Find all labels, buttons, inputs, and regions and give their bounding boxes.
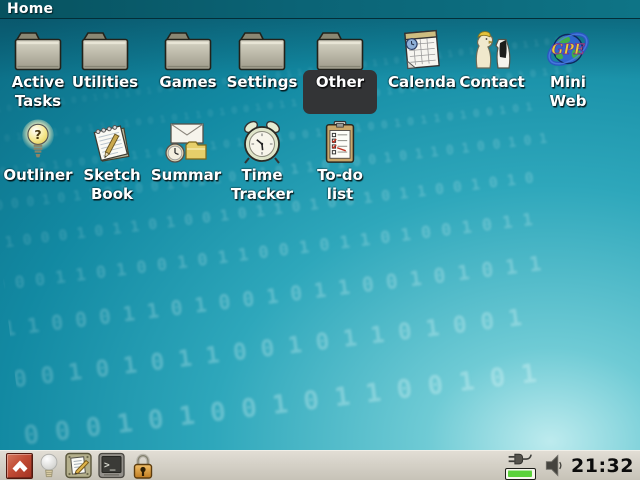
icon-label: Contact	[459, 73, 524, 92]
desktop[interactable]: 0 1 1 0 1 0 0 1 0 1 1 0 0 1 0 1 1 0 1 0 …	[0, 19, 640, 450]
notes-applet-button[interactable]	[65, 452, 92, 479]
bulb-icon	[39, 452, 59, 479]
lock-screen-button[interactable]	[131, 452, 155, 480]
folder-icon	[315, 25, 365, 72]
icon-label: Sketch Book	[83, 166, 140, 204]
taskbar-left-group	[6, 452, 155, 480]
folder-icon	[80, 25, 130, 72]
icon-label: Time Tracker	[231, 166, 293, 204]
battery-fill-bar	[508, 470, 533, 477]
terminal-icon	[98, 452, 125, 479]
chevron-up-icon	[10, 458, 30, 474]
desktop-icon-todo-list[interactable]: To-do list	[300, 119, 380, 204]
padlock-icon	[131, 452, 155, 480]
sketchpad-pen-icon	[88, 119, 136, 165]
envelope-clock-folder-icon	[162, 119, 210, 165]
battery-indicator	[505, 468, 536, 480]
screen: GPE ?	[0, 0, 640, 480]
clock-display[interactable]: 21:32	[571, 455, 634, 477]
folder-icon	[237, 25, 287, 72]
desktop-icon-mini-web[interactable]: Mini Web	[528, 25, 608, 111]
window-title: Home	[7, 1, 53, 17]
desktop-icon-games[interactable]: Games	[148, 25, 228, 92]
taskbar-right-group: 21:32	[505, 452, 634, 480]
icon-label: Active Tasks	[12, 73, 65, 111]
desktop-icon-other-selected[interactable]: Other	[300, 25, 380, 92]
titlebar: Home	[0, 0, 640, 19]
volume-applet[interactable]	[544, 453, 563, 478]
power-status-applet[interactable]	[505, 452, 536, 480]
gpe-globe-icon	[545, 25, 591, 72]
desktop-icon-summary[interactable]: Summar	[146, 119, 226, 185]
calendar-icon	[399, 25, 445, 72]
icon-label: To-do list	[317, 166, 363, 204]
terminal-applet-button[interactable]	[98, 452, 125, 479]
icon-label: Calenda	[388, 73, 456, 92]
desktop-icon-outliner[interactable]: Outliner	[0, 119, 78, 185]
desktop-icon-contact[interactable]: Contact	[452, 25, 532, 92]
contacts-icon	[470, 25, 514, 72]
desktop-icon-utilities[interactable]: Utilities	[65, 25, 145, 92]
backlight-bulb-button[interactable]	[39, 452, 59, 479]
lightbulb-question-icon	[16, 119, 60, 165]
icon-label: Utilities	[72, 73, 138, 92]
icon-label: Settings	[227, 73, 298, 92]
icon-label: Summar	[151, 166, 221, 185]
alarm-clock-icon	[239, 119, 285, 165]
desktop-icon-settings[interactable]: Settings	[222, 25, 302, 92]
desktop-icon-sketch-book[interactable]: Sketch Book	[72, 119, 152, 204]
icon-label: Games	[159, 73, 216, 92]
clipboard-checklist-icon	[320, 119, 360, 165]
icon-label: Other	[316, 73, 364, 92]
folder-icon	[163, 25, 213, 72]
desktop-icon-time-tracker[interactable]: Time Tracker	[222, 119, 302, 204]
folder-icon	[13, 25, 63, 72]
notepad-pencil-icon	[65, 452, 92, 479]
ac-plug-icon	[506, 452, 536, 467]
menu-launcher-button[interactable]	[6, 453, 33, 479]
icon-label: Outliner	[3, 166, 72, 185]
icon-label: Mini Web	[550, 73, 587, 111]
taskbar: 21:32	[0, 450, 640, 480]
desktop-icon-calendar[interactable]: Calenda	[382, 25, 462, 92]
speaker-icon	[544, 453, 563, 478]
